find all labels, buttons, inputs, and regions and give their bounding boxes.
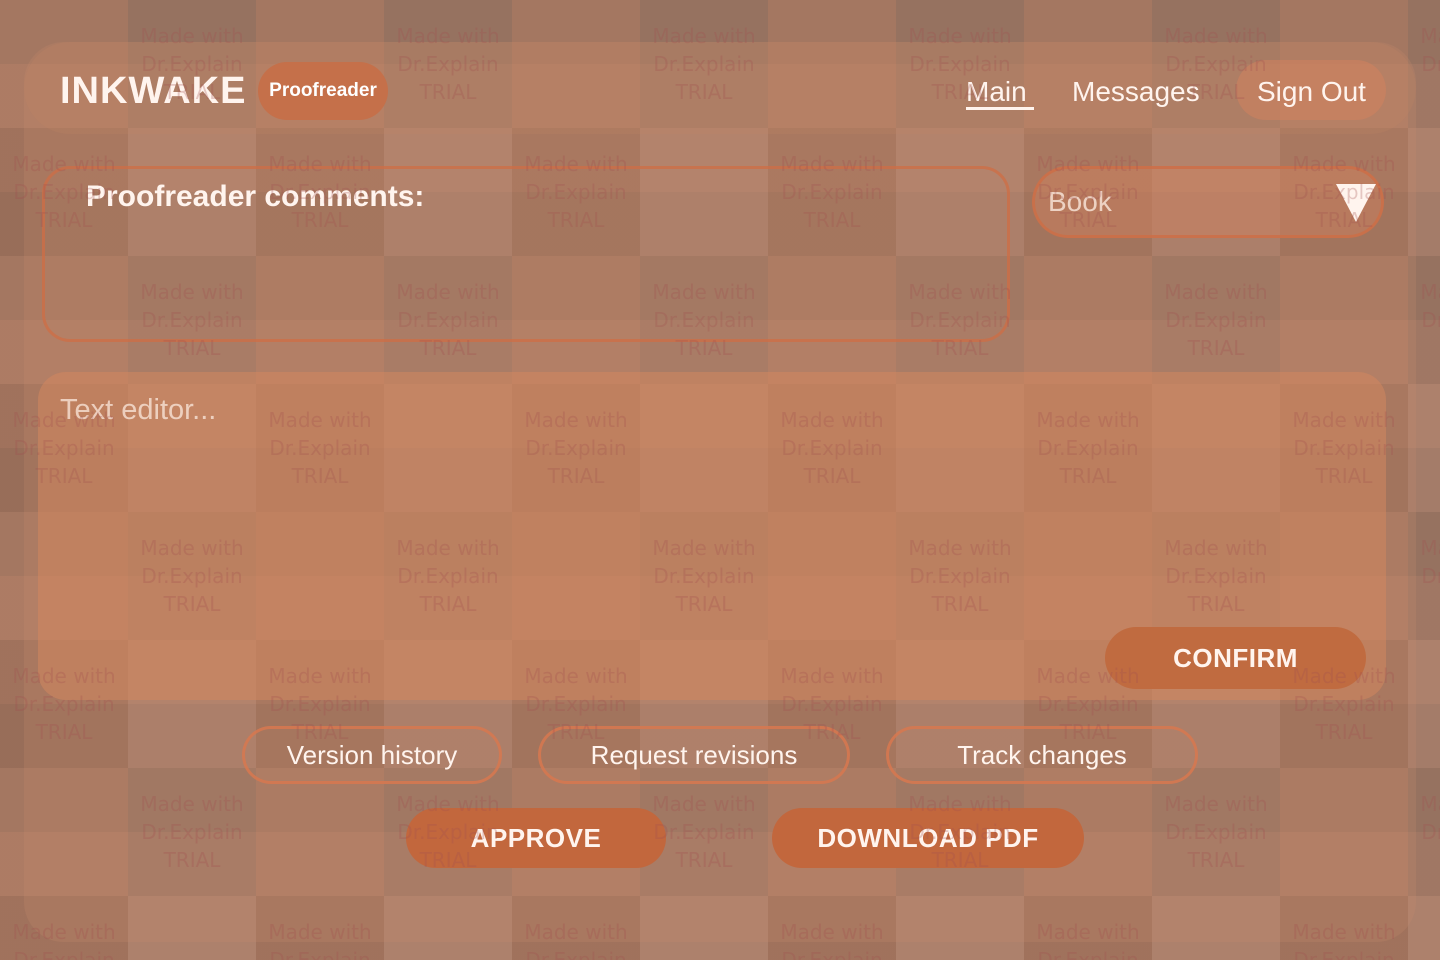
text-editor-placeholder: Text editor... — [60, 394, 217, 426]
version-history-button[interactable]: Version history — [242, 726, 502, 784]
nav-messages-link[interactable]: Messages — [1072, 74, 1200, 110]
nav-active-underline — [966, 107, 1034, 110]
document-type-value[interactable]: Book — [1048, 186, 1112, 218]
sign-out-button[interactable]: Sign Out — [1257, 74, 1366, 110]
request-revisions-button[interactable]: Request revisions — [538, 726, 850, 784]
approve-button[interactable]: APPROVE — [406, 808, 666, 868]
confirm-button[interactable]: CONFIRM — [1105, 627, 1366, 689]
nav-main-link[interactable]: Main — [966, 74, 1027, 110]
chevron-down-icon[interactable] — [1336, 184, 1376, 222]
download-pdf-button[interactable]: DOWNLOAD PDF — [772, 808, 1084, 868]
role-badge: Proofreader — [258, 62, 388, 120]
proofreader-comments-label: Proofreader comments: — [86, 180, 425, 213]
track-changes-button[interactable]: Track changes — [886, 726, 1198, 784]
brand-logo[interactable]: INKWAKE — [60, 70, 246, 113]
